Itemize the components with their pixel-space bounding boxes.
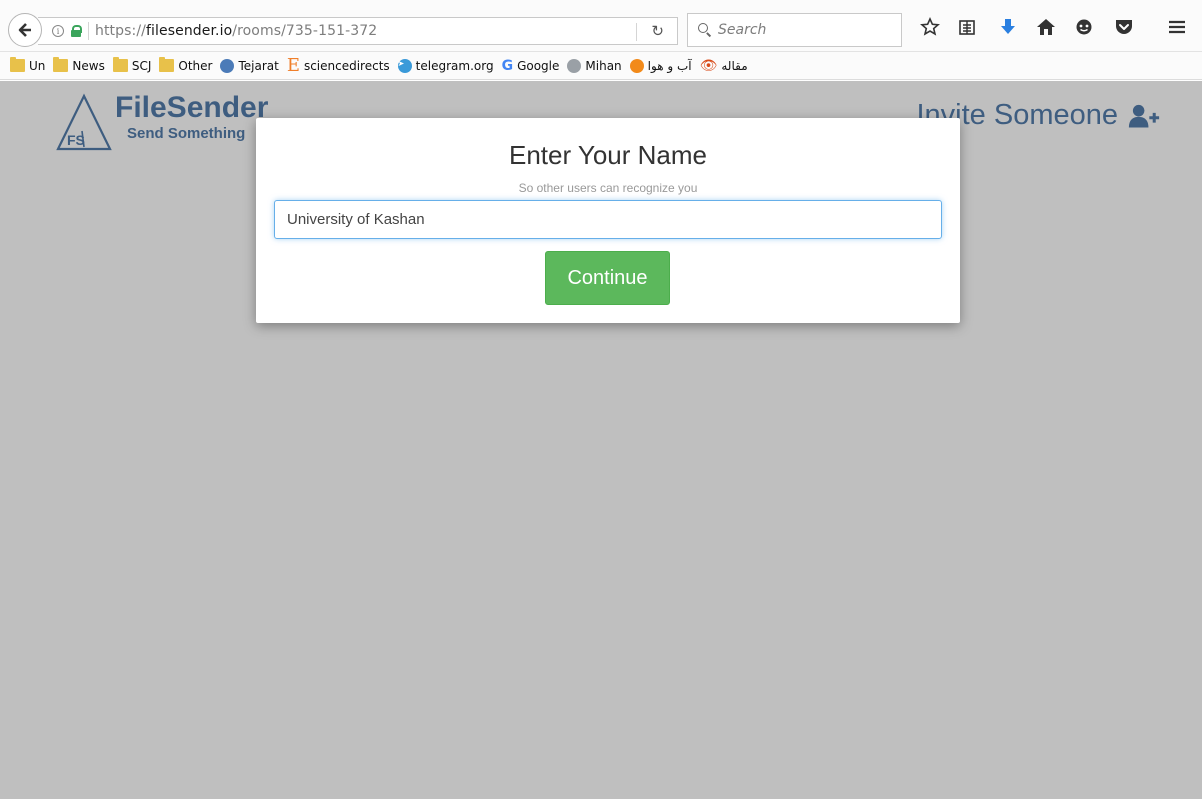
- url-separator: [88, 22, 89, 40]
- bookmark-weather[interactable]: آب و هوا: [629, 58, 692, 73]
- search-icon: [698, 23, 712, 37]
- pocket-icon[interactable]: [1112, 15, 1136, 39]
- mihan-icon: [567, 58, 582, 73]
- dialog-subtitle: So other users can recognize you: [518, 181, 698, 195]
- url-bar[interactable]: i https://filesender.io/rooms/735-151-37…: [38, 17, 678, 45]
- star-icon[interactable]: [918, 15, 942, 39]
- lock-icon[interactable]: [71, 25, 82, 37]
- continue-button[interactable]: Continue: [545, 251, 670, 305]
- download-icon[interactable]: [996, 15, 1020, 39]
- bookmark-scj[interactable]: SCJ: [112, 57, 152, 73]
- folder-icon: [159, 57, 175, 72]
- back-arrow-icon: [18, 23, 31, 37]
- brand-tagline: Send Something: [127, 125, 246, 142]
- bookmark-other[interactable]: Other: [159, 57, 213, 73]
- search-placeholder: Search: [718, 22, 767, 38]
- enter-name-dialog: Enter Your Name So other users can recog…: [256, 118, 960, 323]
- eye-icon: 👁: [699, 57, 718, 74]
- bookmark-mihan[interactable]: Mihan: [567, 58, 622, 73]
- bookmark-label: Un: [29, 58, 46, 73]
- bookmark-label: sciencedirects: [303, 58, 390, 73]
- bookmark-label: مقاله: [721, 58, 748, 73]
- back-button[interactable]: [8, 13, 42, 47]
- bookmark-telegram[interactable]: ➤ telegram.org: [397, 58, 494, 73]
- google-icon: G: [501, 57, 514, 74]
- folder-icon: [112, 57, 128, 72]
- weather-icon: [629, 58, 644, 73]
- bookmark-label: Tejarat: [238, 58, 279, 73]
- chat-icon[interactable]: [1072, 15, 1096, 39]
- bookmark-sciencedirects[interactable]: Esciencedirects: [286, 54, 390, 76]
- url-prefix: https://: [95, 23, 146, 39]
- brand-name: FileSender: [115, 91, 269, 124]
- filesender-logo[interactable]: FS FileSender Send Something: [55, 93, 275, 153]
- bookmark-google[interactable]: G Google: [502, 58, 560, 74]
- folder-icon: [10, 57, 25, 72]
- reading-list-icon[interactable]: [955, 15, 979, 39]
- bookmark-tejarat[interactable]: Tejarat: [220, 58, 279, 73]
- telegram-icon: ➤: [397, 58, 412, 73]
- browser-toolbar: i https://filesender.io/rooms/735-151-37…: [0, 0, 1202, 52]
- bookmark-label: آب و هوا: [647, 58, 692, 73]
- filesender-logo-icon: FS: [56, 93, 112, 151]
- url-text[interactable]: https://filesender.io/rooms/735-151-372: [95, 23, 377, 39]
- reload-separator: [636, 23, 637, 41]
- bookmark-label: telegram.org: [415, 58, 494, 73]
- add-user-icon: [1128, 104, 1160, 128]
- folder-icon: [53, 57, 69, 72]
- elsevier-icon: E: [286, 54, 300, 76]
- info-icon[interactable]: i: [52, 25, 64, 37]
- tejarat-icon: [220, 58, 235, 73]
- url-path: /rooms/735-151-372: [232, 23, 378, 39]
- bookmark-un[interactable]: Un: [10, 57, 46, 73]
- search-bar[interactable]: Search: [687, 13, 902, 47]
- bookmark-news[interactable]: News: [53, 57, 105, 73]
- bookmark-label: SCJ: [131, 58, 152, 73]
- bookmark-label: Google: [517, 58, 560, 73]
- reload-icon[interactable]: ↻: [651, 22, 664, 40]
- bookmarks-bar: Un News SCJ Other Tejarat Esciencedirect…: [0, 52, 1202, 80]
- dialog-title: Enter Your Name: [508, 140, 707, 170]
- bookmark-label: News: [72, 58, 105, 73]
- bookmark-label: Mihan: [585, 58, 622, 73]
- url-host: filesender.io: [145, 23, 233, 39]
- bookmark-label: Other: [178, 58, 213, 73]
- name-input[interactable]: [274, 200, 942, 239]
- home-icon[interactable]: [1034, 15, 1058, 39]
- menu-icon[interactable]: [1165, 15, 1189, 39]
- bookmark-article[interactable]: 👁 مقاله: [700, 58, 748, 74]
